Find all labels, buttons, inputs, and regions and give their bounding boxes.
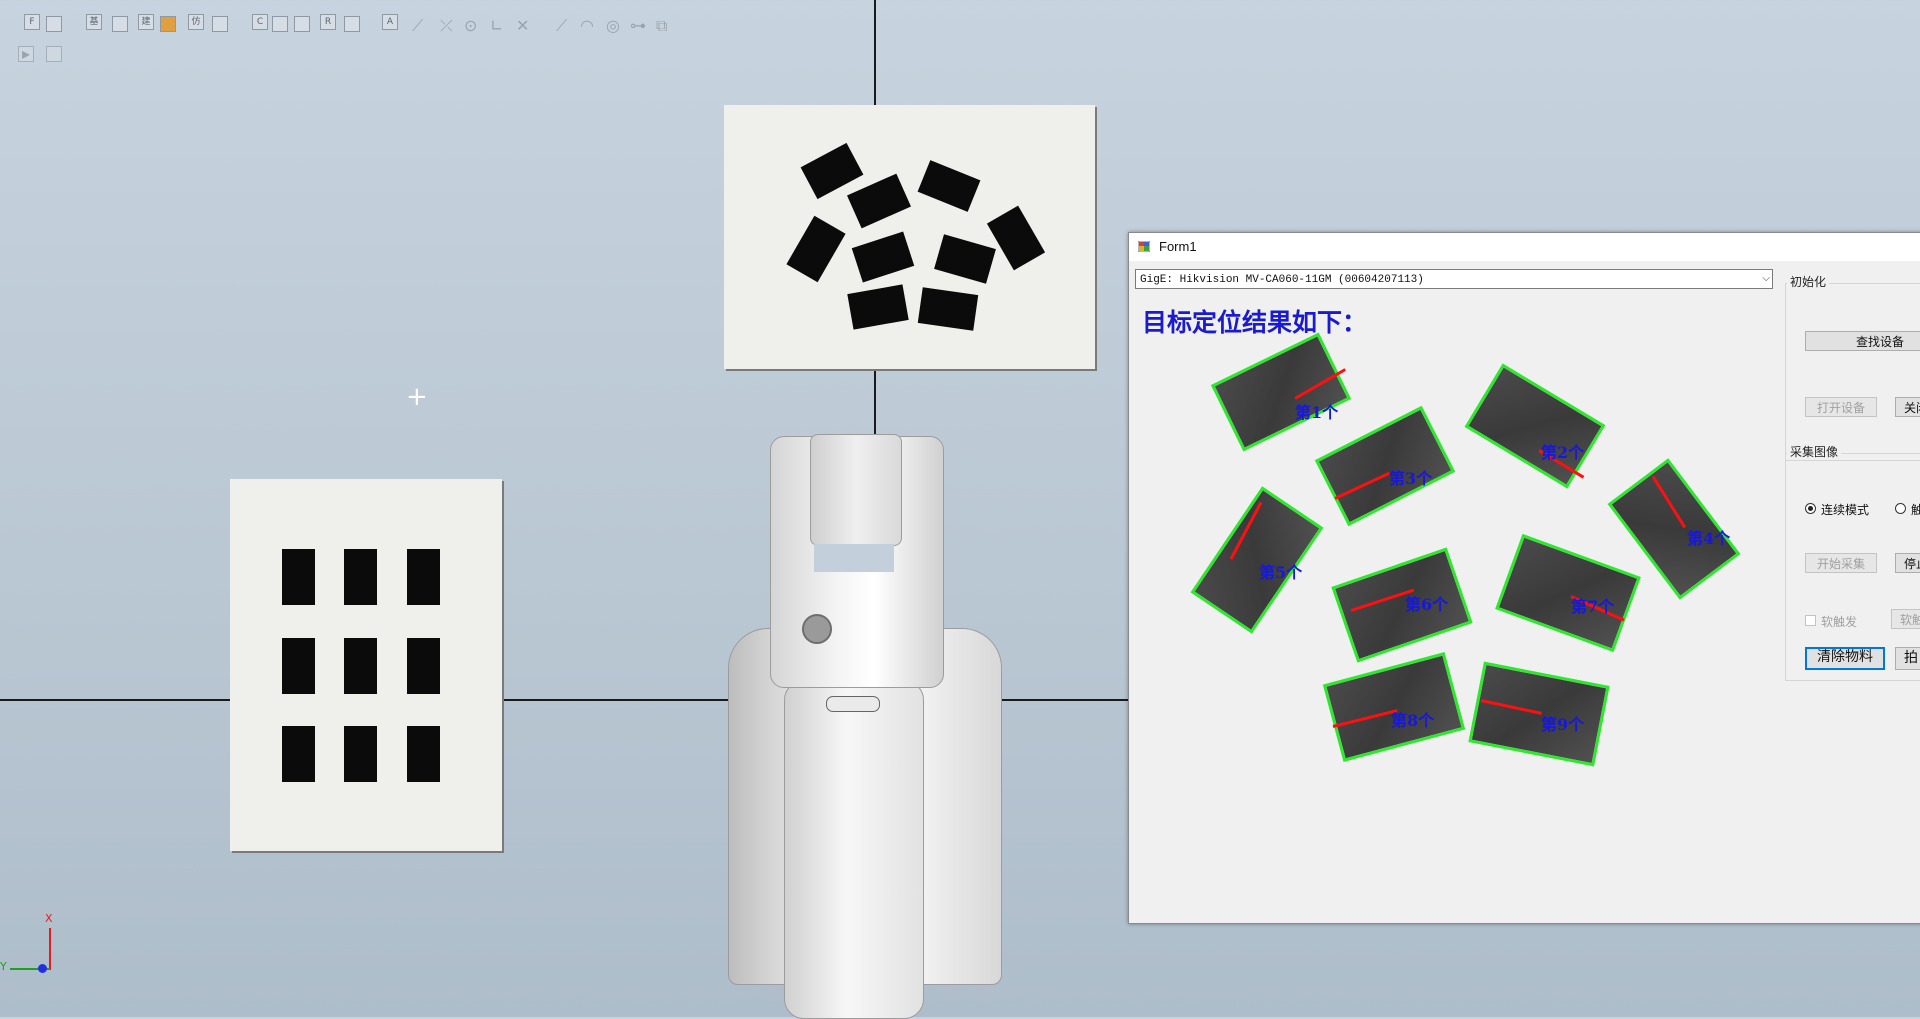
toolbar-branch-icon[interactable]: ⤫ bbox=[440, 16, 453, 36]
parts-board bbox=[724, 105, 1095, 369]
toolbar-r-icon[interactable]: R bbox=[320, 14, 336, 30]
toolbar-stop-icon[interactable] bbox=[46, 46, 62, 62]
toolbar-layout-icon[interactable] bbox=[112, 16, 128, 32]
toolbar-line-icon[interactable]: ⟋ bbox=[412, 16, 423, 36]
toolbar-move-icon[interactable] bbox=[212, 16, 228, 32]
part bbox=[847, 284, 909, 330]
stop-capture-button[interactable]: 停止 bbox=[1895, 553, 1920, 573]
find-device-button[interactable]: 查找设备 bbox=[1805, 331, 1920, 351]
x-axis-label: X bbox=[45, 912, 53, 925]
slot bbox=[282, 549, 315, 605]
toolbar-ruler-icon[interactable] bbox=[272, 16, 288, 32]
item-label: 第4个 bbox=[1687, 529, 1731, 548]
trigger-mode-radio[interactable] bbox=[1895, 503, 1906, 514]
chevron-down-icon[interactable]: ⌵ bbox=[1762, 270, 1770, 290]
cursor-crosshair-icon: + bbox=[406, 382, 428, 412]
item-label: 第8个 bbox=[1391, 711, 1435, 730]
slot bbox=[282, 726, 315, 782]
toolbar-build-icon[interactable]: 建 bbox=[138, 14, 154, 30]
part bbox=[917, 287, 979, 331]
continuous-mode-label: 连续模式 bbox=[1821, 503, 1870, 517]
camera-select[interactable]: GigE: Hikvision MV-CA060-11GM (006042071… bbox=[1135, 269, 1773, 289]
app-form-icon bbox=[1138, 241, 1150, 252]
trigger-mode-label: 触 bbox=[1911, 503, 1920, 517]
part bbox=[847, 173, 911, 229]
soft-trigger-button[interactable]: 软触 bbox=[1891, 609, 1920, 629]
slot bbox=[407, 638, 440, 694]
slot bbox=[407, 726, 440, 782]
toolbar-point-icon[interactable]: ⊙ bbox=[464, 16, 477, 35]
part bbox=[934, 234, 996, 284]
init-group bbox=[1785, 283, 1920, 461]
slot-board bbox=[230, 479, 502, 851]
toolbar-c-icon[interactable]: C bbox=[252, 14, 268, 30]
part bbox=[917, 160, 981, 212]
vertical-grid-line bbox=[874, 0, 876, 105]
soft-trigger-checkbox[interactable] bbox=[1805, 615, 1816, 626]
robot-wrist-opening bbox=[814, 544, 894, 572]
item-label: 第9个 bbox=[1541, 715, 1585, 734]
slot bbox=[407, 549, 440, 605]
toolbar-frame-icon[interactable] bbox=[294, 16, 310, 32]
robot-lower-arm bbox=[784, 680, 924, 1019]
part bbox=[851, 231, 915, 283]
toolbar-paint-icon[interactable] bbox=[160, 16, 176, 32]
robot-wrist bbox=[810, 434, 902, 546]
toolbar-target-icon[interactable] bbox=[344, 16, 360, 32]
form1-window: Form1 GigE: Hikvision MV-CA060-11GM (006… bbox=[1128, 232, 1920, 924]
toolbar-window-icon[interactable]: ⧉ bbox=[656, 16, 667, 36]
init-group-label: 初始化 bbox=[1787, 273, 1830, 290]
slot bbox=[344, 549, 377, 605]
horizontal-grid-line-right bbox=[1000, 699, 1130, 701]
toolbar-link-icon[interactable]: ⊶ bbox=[630, 16, 646, 35]
horizontal-grid-line-left bbox=[0, 699, 230, 701]
item-label: 第7个 bbox=[1571, 597, 1615, 616]
horizontal-grid-line-mid bbox=[502, 699, 732, 701]
x-axis-arrow bbox=[49, 928, 51, 970]
item-label: 第1个 bbox=[1295, 403, 1339, 422]
part bbox=[986, 205, 1046, 271]
y-axis-label: Y bbox=[0, 960, 7, 973]
item-label: 第5个 bbox=[1259, 563, 1303, 582]
toolbar-circle-icon[interactable]: ◎ bbox=[606, 16, 620, 35]
toolbar-angle-icon[interactable]: ∟ bbox=[490, 16, 503, 35]
item-label: 第2个 bbox=[1541, 443, 1585, 462]
toolbar-draw-icon[interactable]: ⟋ bbox=[556, 16, 567, 36]
z-axis-dot bbox=[38, 964, 47, 973]
capture-group-label: 采集图像 bbox=[1787, 443, 1842, 460]
item-label: 第3个 bbox=[1389, 469, 1433, 488]
toolbar-sim-icon[interactable]: 仿 bbox=[188, 14, 204, 30]
robot-slot bbox=[826, 696, 880, 712]
part bbox=[786, 215, 846, 283]
form-title: Form1 bbox=[1159, 239, 1197, 254]
extra-action-button[interactable]: 拍 bbox=[1895, 647, 1920, 670]
slot bbox=[344, 726, 377, 782]
toolbar-base-icon[interactable]: 基 bbox=[86, 14, 102, 30]
vertical-grid-line-lower bbox=[874, 368, 876, 438]
result-heading: 目标定位结果如下： bbox=[1142, 308, 1368, 337]
slot bbox=[344, 638, 377, 694]
soft-trigger-label: 软触发 bbox=[1821, 615, 1858, 629]
open-device-button[interactable]: 打开设备 bbox=[1805, 397, 1877, 417]
toolbar-a-icon[interactable]: A bbox=[382, 14, 398, 30]
start-capture-button[interactable]: 开始采集 bbox=[1805, 553, 1877, 573]
toolbar-play-icon[interactable]: ▸ bbox=[22, 44, 30, 63]
continuous-mode-radio[interactable] bbox=[1805, 503, 1816, 514]
toolbar-f-icon[interactable]: F bbox=[24, 14, 40, 30]
camera-select-value: GigE: Hikvision MV-CA060-11GM (006042071… bbox=[1140, 274, 1424, 286]
toolbar-grid-icon[interactable] bbox=[46, 16, 62, 32]
slot bbox=[282, 638, 315, 694]
toolbar-arc-icon[interactable]: ◠ bbox=[580, 16, 594, 35]
toolbar-cross-icon[interactable]: ✕ bbox=[516, 16, 529, 35]
close-device-button[interactable]: 关闭 bbox=[1895, 397, 1920, 417]
form-titlebar[interactable]: Form1 bbox=[1129, 233, 1920, 261]
robot-connector bbox=[802, 614, 832, 644]
part bbox=[800, 142, 864, 200]
clear-material-button[interactable]: 清除物料 bbox=[1805, 647, 1885, 670]
item-label: 第6个 bbox=[1405, 595, 1449, 614]
